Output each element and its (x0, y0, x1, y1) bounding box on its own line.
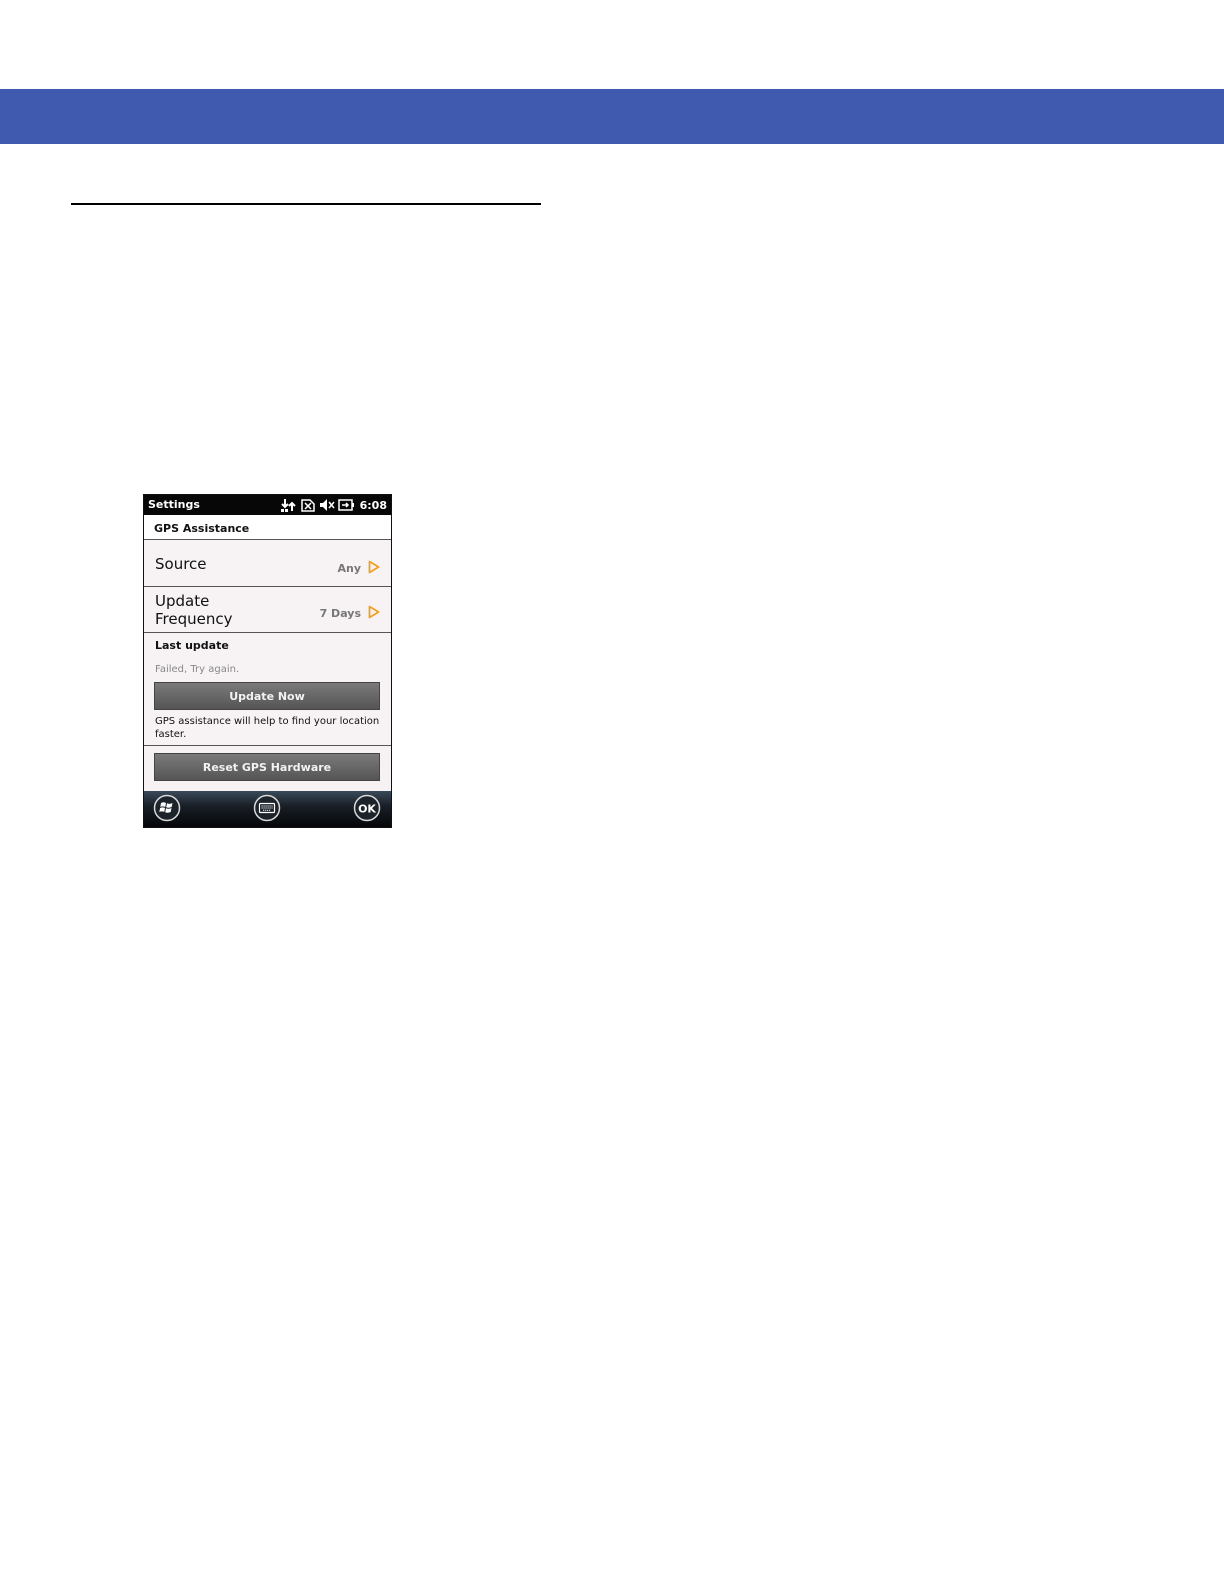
section-rule (71, 203, 541, 205)
last-update-heading: Last update (155, 639, 229, 652)
last-update-section: Last update Failed, Try again. Update No… (144, 633, 391, 746)
battery-charging-icon (337, 499, 354, 511)
speaker-muted-icon (319, 499, 335, 511)
device-screenshot: Settings 6:08 GPS Assistance Source Any … (143, 494, 392, 828)
softkey-bar: OK (144, 791, 391, 827)
gps-assistance-description: GPS assistance will help to find your lo… (155, 716, 380, 740)
statusbar-icons[interactable]: 6:08 (280, 497, 387, 513)
connectivity-icon (280, 499, 296, 512)
arrow-right-icon (368, 560, 380, 574)
ok-label: OK (358, 803, 376, 816)
statusbar-clock[interactable]: 6:08 (360, 499, 387, 512)
header-band (0, 89, 1224, 144)
no-sim-icon (300, 499, 315, 512)
status-bar: Settings 6:08 (144, 495, 391, 515)
setting-source[interactable]: Source Any (144, 540, 391, 587)
windows-start-icon[interactable] (153, 794, 181, 822)
setting-update-frequency-value: 7 Days (319, 607, 361, 620)
last-update-status: Failed, Try again. (155, 664, 240, 675)
setting-update-frequency[interactable]: Update Frequency 7 Days (144, 587, 391, 633)
keyboard-icon[interactable] (253, 794, 281, 822)
statusbar-title[interactable]: Settings (148, 498, 200, 511)
setting-source-value: Any (337, 562, 361, 575)
update-now-button[interactable]: Update Now (154, 682, 380, 710)
setting-source-label: Source (155, 555, 207, 573)
reset-gps-hardware-button[interactable]: Reset GPS Hardware (154, 753, 380, 781)
page-title-bar: GPS Assistance (144, 515, 391, 540)
setting-update-frequency-label: Update Frequency (155, 592, 233, 628)
ok-button[interactable]: OK (353, 794, 381, 822)
page-title: GPS Assistance (154, 522, 250, 535)
arrow-right-icon (368, 605, 380, 619)
